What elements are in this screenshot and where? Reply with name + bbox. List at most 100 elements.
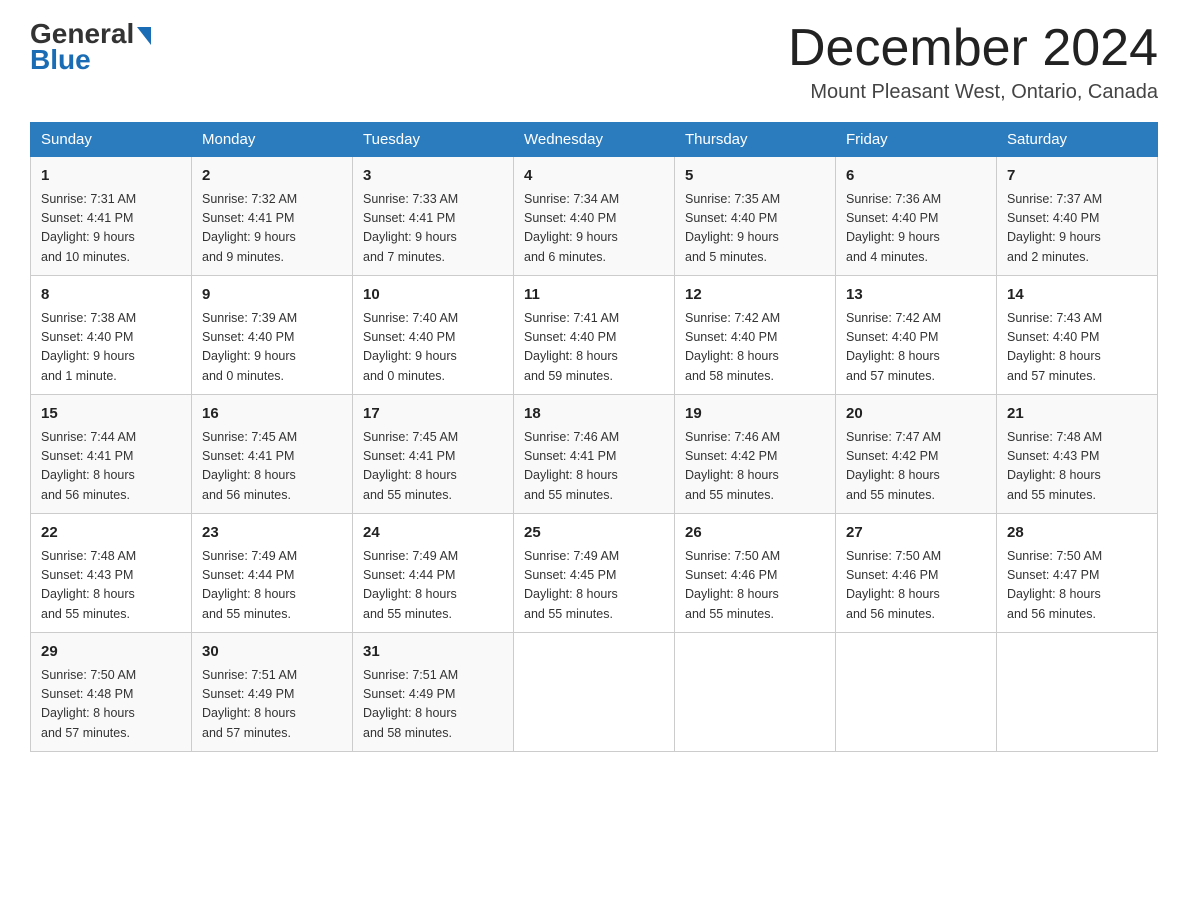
- day-info: Sunrise: 7:49 AMSunset: 4:45 PMDaylight:…: [524, 547, 664, 625]
- calendar-cell: 4Sunrise: 7:34 AMSunset: 4:40 PMDaylight…: [514, 157, 675, 276]
- calendar-cell: 31Sunrise: 7:51 AMSunset: 4:49 PMDayligh…: [353, 633, 514, 752]
- day-number: 15: [41, 403, 181, 426]
- day-number: 1: [41, 165, 181, 188]
- calendar-cell: 6Sunrise: 7:36 AMSunset: 4:40 PMDaylight…: [836, 157, 997, 276]
- calendar-cell: 28Sunrise: 7:50 AMSunset: 4:47 PMDayligh…: [997, 514, 1158, 633]
- day-info: Sunrise: 7:41 AMSunset: 4:40 PMDaylight:…: [524, 309, 664, 387]
- day-number: 24: [363, 522, 503, 545]
- day-info: Sunrise: 7:48 AMSunset: 4:43 PMDaylight:…: [41, 547, 181, 625]
- calendar-cell: 30Sunrise: 7:51 AMSunset: 4:49 PMDayligh…: [192, 633, 353, 752]
- day-info: Sunrise: 7:50 AMSunset: 4:46 PMDaylight:…: [685, 547, 825, 625]
- day-number: 6: [846, 165, 986, 188]
- calendar-cell: 25Sunrise: 7:49 AMSunset: 4:45 PMDayligh…: [514, 514, 675, 633]
- day-number: 18: [524, 403, 664, 426]
- day-number: 11: [524, 284, 664, 307]
- calendar-cell: 7Sunrise: 7:37 AMSunset: 4:40 PMDaylight…: [997, 157, 1158, 276]
- day-number: 9: [202, 284, 342, 307]
- day-number: 16: [202, 403, 342, 426]
- day-info: Sunrise: 7:45 AMSunset: 4:41 PMDaylight:…: [363, 428, 503, 506]
- weekday-header-row: SundayMondayTuesdayWednesdayThursdayFrid…: [31, 123, 1158, 157]
- day-number: 17: [363, 403, 503, 426]
- day-info: Sunrise: 7:51 AMSunset: 4:49 PMDaylight:…: [363, 666, 503, 744]
- weekday-header-wednesday: Wednesday: [514, 123, 675, 157]
- weekday-header-saturday: Saturday: [997, 123, 1158, 157]
- day-number: 12: [685, 284, 825, 307]
- day-info: Sunrise: 7:38 AMSunset: 4:40 PMDaylight:…: [41, 309, 181, 387]
- day-number: 29: [41, 641, 181, 664]
- title-section: December 2024 Mount Pleasant West, Ontar…: [788, 20, 1158, 104]
- day-number: 27: [846, 522, 986, 545]
- day-number: 25: [524, 522, 664, 545]
- day-info: Sunrise: 7:50 AMSunset: 4:48 PMDaylight:…: [41, 666, 181, 744]
- calendar-cell: [514, 633, 675, 752]
- day-info: Sunrise: 7:42 AMSunset: 4:40 PMDaylight:…: [846, 309, 986, 387]
- calendar-cell: 13Sunrise: 7:42 AMSunset: 4:40 PMDayligh…: [836, 276, 997, 395]
- calendar-week-row: 15Sunrise: 7:44 AMSunset: 4:41 PMDayligh…: [31, 395, 1158, 514]
- logo-triangle-icon: [137, 27, 151, 45]
- day-info: Sunrise: 7:31 AMSunset: 4:41 PMDaylight:…: [41, 190, 181, 268]
- calendar-cell: 9Sunrise: 7:39 AMSunset: 4:40 PMDaylight…: [192, 276, 353, 395]
- logo: General Blue: [30, 20, 151, 74]
- day-number: 10: [363, 284, 503, 307]
- calendar-cell: 24Sunrise: 7:49 AMSunset: 4:44 PMDayligh…: [353, 514, 514, 633]
- day-number: 21: [1007, 403, 1147, 426]
- calendar-week-row: 1Sunrise: 7:31 AMSunset: 4:41 PMDaylight…: [31, 157, 1158, 276]
- day-info: Sunrise: 7:45 AMSunset: 4:41 PMDaylight:…: [202, 428, 342, 506]
- day-info: Sunrise: 7:47 AMSunset: 4:42 PMDaylight:…: [846, 428, 986, 506]
- calendar-cell: [675, 633, 836, 752]
- calendar-cell: 23Sunrise: 7:49 AMSunset: 4:44 PMDayligh…: [192, 514, 353, 633]
- calendar-week-row: 22Sunrise: 7:48 AMSunset: 4:43 PMDayligh…: [31, 514, 1158, 633]
- calendar-cell: 17Sunrise: 7:45 AMSunset: 4:41 PMDayligh…: [353, 395, 514, 514]
- calendar-cell: 29Sunrise: 7:50 AMSunset: 4:48 PMDayligh…: [31, 633, 192, 752]
- day-number: 2: [202, 165, 342, 188]
- day-number: 20: [846, 403, 986, 426]
- day-info: Sunrise: 7:46 AMSunset: 4:41 PMDaylight:…: [524, 428, 664, 506]
- day-info: Sunrise: 7:37 AMSunset: 4:40 PMDaylight:…: [1007, 190, 1147, 268]
- day-info: Sunrise: 7:35 AMSunset: 4:40 PMDaylight:…: [685, 190, 825, 268]
- weekday-header-friday: Friday: [836, 123, 997, 157]
- day-number: 23: [202, 522, 342, 545]
- day-number: 7: [1007, 165, 1147, 188]
- calendar-cell: 1Sunrise: 7:31 AMSunset: 4:41 PMDaylight…: [31, 157, 192, 276]
- calendar-cell: 14Sunrise: 7:43 AMSunset: 4:40 PMDayligh…: [997, 276, 1158, 395]
- day-info: Sunrise: 7:49 AMSunset: 4:44 PMDaylight:…: [363, 547, 503, 625]
- day-info: Sunrise: 7:33 AMSunset: 4:41 PMDaylight:…: [363, 190, 503, 268]
- day-info: Sunrise: 7:49 AMSunset: 4:44 PMDaylight:…: [202, 547, 342, 625]
- day-number: 5: [685, 165, 825, 188]
- calendar-cell: 19Sunrise: 7:46 AMSunset: 4:42 PMDayligh…: [675, 395, 836, 514]
- calendar-cell: 8Sunrise: 7:38 AMSunset: 4:40 PMDaylight…: [31, 276, 192, 395]
- calendar-week-row: 8Sunrise: 7:38 AMSunset: 4:40 PMDaylight…: [31, 276, 1158, 395]
- calendar-cell: 20Sunrise: 7:47 AMSunset: 4:42 PMDayligh…: [836, 395, 997, 514]
- day-info: Sunrise: 7:39 AMSunset: 4:40 PMDaylight:…: [202, 309, 342, 387]
- calendar-cell: 15Sunrise: 7:44 AMSunset: 4:41 PMDayligh…: [31, 395, 192, 514]
- calendar-cell: 2Sunrise: 7:32 AMSunset: 4:41 PMDaylight…: [192, 157, 353, 276]
- day-info: Sunrise: 7:40 AMSunset: 4:40 PMDaylight:…: [363, 309, 503, 387]
- day-info: Sunrise: 7:50 AMSunset: 4:47 PMDaylight:…: [1007, 547, 1147, 625]
- weekday-header-thursday: Thursday: [675, 123, 836, 157]
- calendar-cell: 16Sunrise: 7:45 AMSunset: 4:41 PMDayligh…: [192, 395, 353, 514]
- weekday-header-sunday: Sunday: [31, 123, 192, 157]
- calendar-cell: 3Sunrise: 7:33 AMSunset: 4:41 PMDaylight…: [353, 157, 514, 276]
- day-info: Sunrise: 7:32 AMSunset: 4:41 PMDaylight:…: [202, 190, 342, 268]
- day-info: Sunrise: 7:51 AMSunset: 4:49 PMDaylight:…: [202, 666, 342, 744]
- location-subtitle: Mount Pleasant West, Ontario, Canada: [788, 81, 1158, 104]
- day-number: 8: [41, 284, 181, 307]
- day-number: 3: [363, 165, 503, 188]
- day-number: 26: [685, 522, 825, 545]
- day-info: Sunrise: 7:43 AMSunset: 4:40 PMDaylight:…: [1007, 309, 1147, 387]
- day-number: 31: [363, 641, 503, 664]
- calendar-header: SundayMondayTuesdayWednesdayThursdayFrid…: [31, 123, 1158, 157]
- day-number: 30: [202, 641, 342, 664]
- day-info: Sunrise: 7:46 AMSunset: 4:42 PMDaylight:…: [685, 428, 825, 506]
- logo-blue: Blue: [30, 46, 91, 74]
- calendar-cell: 21Sunrise: 7:48 AMSunset: 4:43 PMDayligh…: [997, 395, 1158, 514]
- day-number: 19: [685, 403, 825, 426]
- calendar-cell: 22Sunrise: 7:48 AMSunset: 4:43 PMDayligh…: [31, 514, 192, 633]
- calendar-week-row: 29Sunrise: 7:50 AMSunset: 4:48 PMDayligh…: [31, 633, 1158, 752]
- day-info: Sunrise: 7:42 AMSunset: 4:40 PMDaylight:…: [685, 309, 825, 387]
- calendar-cell: [997, 633, 1158, 752]
- day-number: 28: [1007, 522, 1147, 545]
- calendar-cell: 27Sunrise: 7:50 AMSunset: 4:46 PMDayligh…: [836, 514, 997, 633]
- calendar-cell: 26Sunrise: 7:50 AMSunset: 4:46 PMDayligh…: [675, 514, 836, 633]
- calendar-cell: 11Sunrise: 7:41 AMSunset: 4:40 PMDayligh…: [514, 276, 675, 395]
